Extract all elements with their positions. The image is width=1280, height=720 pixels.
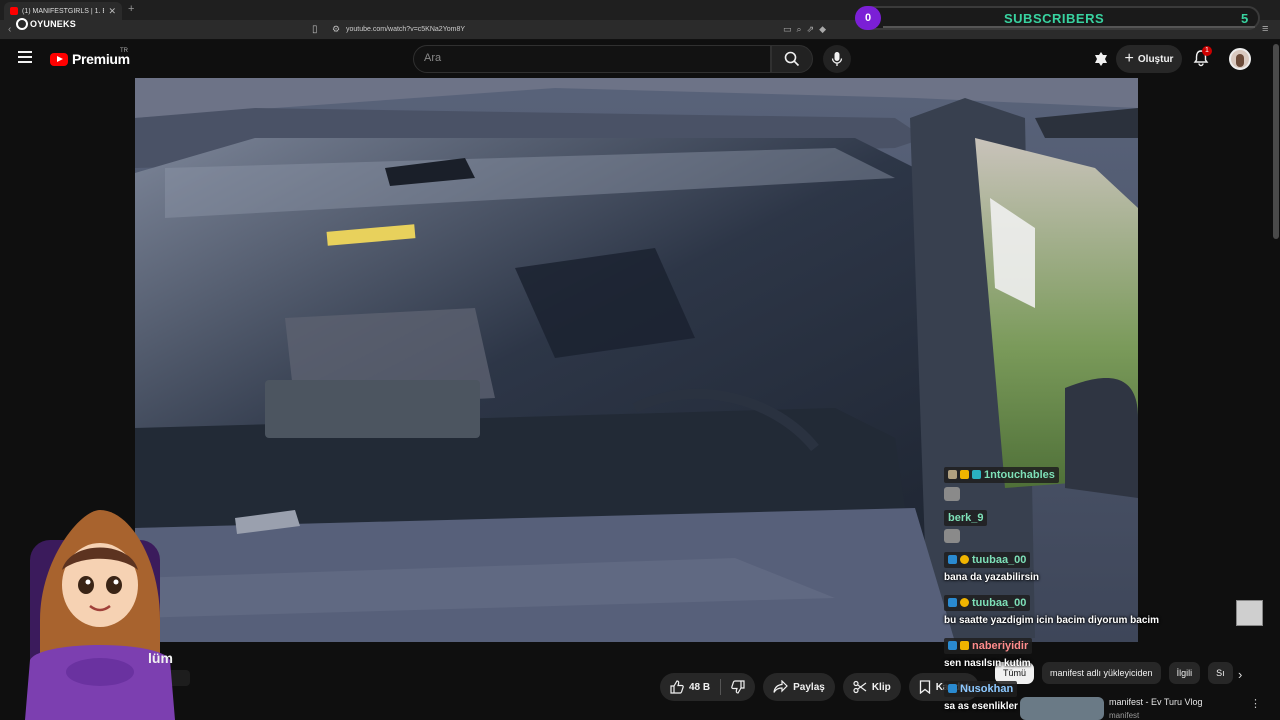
chat-message: 1ntouchables: [944, 466, 1059, 501]
chat-emote: [944, 529, 960, 543]
notifications-button[interactable]: 1: [1192, 46, 1212, 72]
youtube-logo[interactable]: Premium: [50, 51, 130, 67]
scissors-icon: [853, 680, 867, 694]
recommendation-channel[interactable]: manifest: [1109, 711, 1139, 720]
chat-text: sen nasılsın kutim: [944, 658, 1031, 669]
region-code: TR: [120, 48, 128, 54]
chat-message: Nusokhan sa as esenlikler: [944, 680, 1018, 712]
chat-username: 1ntouchables: [984, 468, 1055, 481]
create-label: Oluştur: [1137, 53, 1174, 65]
share-label: Paylaş: [793, 681, 825, 693]
new-tab-icon[interactable]: +: [128, 3, 134, 15]
chevron-right-icon[interactable]: ›: [1238, 667, 1242, 682]
chat-text: sa as esenlikler: [944, 701, 1018, 712]
plus-icon: +: [1124, 50, 1134, 67]
account-avatar[interactable]: [1229, 48, 1251, 70]
chat-message: naberiyidir sen nasılsın kutim: [944, 637, 1033, 669]
youtube-header: Premium TR + Oluştur 1: [0, 40, 1270, 78]
streamer-avatar-illustration: [25, 510, 190, 720]
back-icon[interactable]: ‹: [8, 24, 11, 35]
sub-badge-icon: [948, 555, 957, 564]
search-button[interactable]: [771, 45, 813, 73]
voice-search-button[interactable]: [823, 45, 851, 73]
clip-label: Klip: [871, 681, 891, 693]
close-tab-icon[interactable]: ✕: [108, 6, 116, 17]
chat-username: berk_9: [948, 512, 984, 524]
chat-text: bu saatte yazdigim icin bacim diyorum ba…: [944, 615, 1160, 626]
thumbs-down-icon: [731, 680, 745, 694]
bits-badge-icon: [960, 555, 969, 564]
chat-message: berk_9: [944, 508, 988, 543]
browser-menu-icon[interactable]: ≡: [1262, 23, 1268, 35]
youtube-favicon-icon: [10, 7, 18, 15]
extension-icons: ▭ ⌕ ⇗ ◆: [783, 24, 826, 35]
recommendation-title[interactable]: manifest - Ev Turu Vlog: [1109, 697, 1203, 707]
chip-partial[interactable]: Sı: [1208, 662, 1233, 684]
subscriber-label: SUBSCRIBERS: [1004, 11, 1105, 26]
share-arrow-icon: [773, 680, 788, 693]
chat-username: tuubaa_00: [972, 596, 1027, 609]
chat-message: tuubaa_00 bana da yazabilirsin: [944, 551, 1039, 583]
bits-badge-icon: [960, 598, 969, 607]
share-icon[interactable]: ⇗: [807, 24, 815, 35]
quick-settings-icon[interactable]: [1092, 50, 1110, 68]
chat-message: tuubaa_00 bu saatte yazdigim icin bacim …: [944, 594, 1159, 626]
more-vert-icon[interactable]: ⋮: [1250, 697, 1261, 710]
chat-username: Nusokhan: [960, 682, 1014, 695]
bookmark-icon[interactable]: ▯: [312, 24, 318, 35]
site-settings-icon[interactable]: ⚙: [332, 24, 340, 35]
chat-text: bana da yazabilirsin: [944, 572, 1040, 583]
chat-username: naberiyidir: [972, 639, 1029, 652]
recommendation-thumbnail[interactable]: [1020, 697, 1104, 720]
notification-badge: 1: [1202, 46, 1212, 56]
stream-logo: OYUNEKS: [16, 18, 76, 30]
microphone-icon: [831, 52, 843, 66]
sub-badge-icon: [948, 684, 957, 693]
sub-badge-icon: [948, 641, 957, 650]
subscriber-counter: 0 SUBSCRIBERS 5: [855, 6, 1260, 30]
like-dislike-group: 48 B: [660, 673, 756, 701]
create-button[interactable]: + Oluştur: [1116, 45, 1182, 73]
search-input[interactable]: [424, 52, 754, 64]
crown-badge-icon: [960, 641, 969, 650]
gift-badge-icon: [972, 470, 981, 479]
sub-badge-icon: [960, 470, 969, 479]
search-icon: [784, 51, 800, 67]
chat-username: tuubaa_00: [972, 553, 1027, 566]
logo-text: OYUNEKS: [30, 19, 76, 29]
chip-from-uploader[interactable]: manifest adlı yükleyiciden: [1042, 662, 1161, 684]
scrollbar-thumb[interactable]: [1273, 44, 1279, 239]
hamburger-menu-icon[interactable]: [18, 51, 32, 63]
thumbs-up-icon: [670, 680, 684, 694]
chip-related[interactable]: İlgili: [1168, 662, 1201, 684]
emote-badge-icon: [948, 470, 957, 479]
chat-emote: [944, 487, 960, 501]
clip-button[interactable]: Klip: [842, 673, 901, 701]
share-button[interactable]: Paylaş: [763, 673, 835, 701]
cast-icon[interactable]: ▭: [783, 24, 792, 35]
tab-title: (1) MANIFESTGIRLS | 1. Bölüm -: [22, 7, 104, 15]
dislike-button[interactable]: [721, 673, 755, 701]
subscriber-progress-bar: [883, 26, 1255, 28]
page-scrollbar[interactable]: [1272, 40, 1280, 720]
extension-icon[interactable]: ◆: [819, 24, 826, 35]
sub-badge-icon: [948, 598, 957, 607]
bookmark-save-icon: [919, 680, 930, 694]
video-title: lüm: [148, 650, 173, 666]
like-count: 48 B: [689, 681, 711, 693]
logo-mark-icon: [16, 18, 28, 30]
youtube-play-icon: [50, 52, 68, 66]
subscriber-count: 5: [1241, 11, 1249, 26]
url-field[interactable]: youtube.com/watch?v=c5KNa2Yom8Y: [346, 26, 465, 33]
like-button[interactable]: 48 B: [660, 673, 720, 701]
video-actions: 48 B Paylaş Klip Kaydet: [660, 673, 980, 701]
subscriber-badge: 0: [855, 6, 881, 30]
search-box: [413, 45, 771, 73]
overlay-small-thumbnail: [1236, 600, 1263, 626]
zoom-icon[interactable]: ⌕: [797, 24, 802, 35]
